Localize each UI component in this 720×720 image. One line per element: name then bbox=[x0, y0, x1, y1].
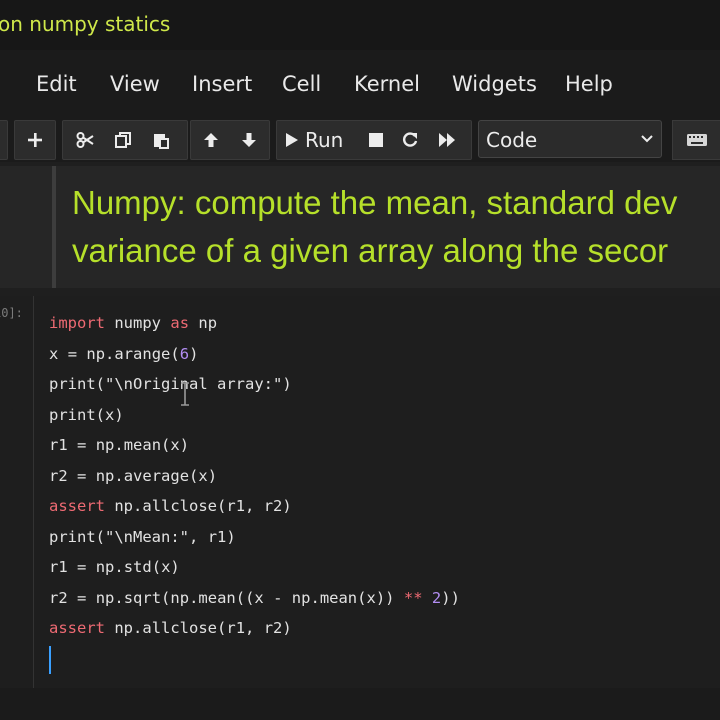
arrow-up-icon bbox=[204, 133, 218, 147]
restart-icon bbox=[403, 132, 418, 147]
cell-type-value: Code bbox=[486, 128, 538, 152]
cell-prompt-divider bbox=[33, 296, 34, 688]
arrow-down-icon bbox=[242, 133, 256, 147]
restart-button[interactable] bbox=[395, 121, 425, 159]
save-button-group[interactable] bbox=[0, 120, 8, 160]
move-buttons-group bbox=[190, 120, 270, 160]
code-line: print("\nOriginal array:") bbox=[49, 375, 292, 393]
menu-widgets[interactable]: Widgets bbox=[452, 72, 537, 96]
menu-help[interactable]: Help bbox=[565, 72, 613, 96]
chevron-down-icon bbox=[641, 135, 653, 143]
paste-icon bbox=[154, 134, 169, 149]
code-editor[interactable]: import numpy as np x = np.arange(6) print(… bbox=[49, 312, 460, 648]
notebook-bottom-area bbox=[0, 688, 720, 720]
ibeam-cursor-icon bbox=[181, 382, 189, 406]
copy-button[interactable] bbox=[105, 121, 141, 159]
code-line: print(x) bbox=[49, 405, 124, 424]
run-buttons-group: Run bbox=[276, 120, 472, 160]
move-down-button[interactable] bbox=[231, 121, 267, 159]
keyboard-icon bbox=[687, 134, 707, 146]
cut-button[interactable] bbox=[67, 121, 103, 159]
play-icon bbox=[286, 133, 298, 147]
markdown-heading-line-1: Numpy: compute the mean, standard dev bbox=[72, 184, 678, 221]
menu-edit[interactable]: Edit bbox=[36, 72, 77, 96]
text-cursor bbox=[49, 646, 51, 674]
toolbar: Run Code bbox=[0, 118, 720, 162]
markdown-heading-line-2: variance of a given array along the seco… bbox=[72, 232, 669, 269]
code-line: x = np.arange(6) bbox=[49, 344, 199, 363]
code-line: import numpy as np bbox=[49, 314, 218, 332]
code-line: assert np.allclose(r1, r2) bbox=[49, 497, 292, 515]
menu-bar: Edit View Insert Cell Kernel Widgets Hel… bbox=[0, 50, 720, 118]
title-bar: on numpy statics bbox=[0, 0, 720, 50]
menu-view[interactable]: View bbox=[110, 72, 160, 96]
plus-icon bbox=[28, 133, 42, 147]
insert-cell-button[interactable] bbox=[15, 121, 55, 159]
edit-buttons-group bbox=[62, 120, 188, 160]
code-line: r2 = np.average(x) bbox=[49, 466, 218, 485]
scissors-icon bbox=[76, 132, 94, 148]
code-line: r2 = np.sqrt(np.mean((x - np.mean(x)) **… bbox=[49, 588, 460, 607]
stop-icon bbox=[369, 133, 383, 147]
notebook-title[interactable]: on numpy statics bbox=[0, 12, 170, 36]
insert-cell-group bbox=[14, 120, 56, 160]
code-line: r1 = np.std(x) bbox=[49, 558, 180, 576]
markdown-cell[interactable]: Numpy: compute the mean, standard dev va… bbox=[0, 166, 720, 288]
move-up-button[interactable] bbox=[193, 121, 229, 159]
restart-run-all-button[interactable] bbox=[431, 121, 463, 159]
cell-gutter bbox=[52, 166, 56, 288]
code-line: r1 = np.mean(x) bbox=[49, 436, 190, 454]
cell-type-select[interactable]: Code bbox=[478, 120, 662, 158]
menu-cell[interactable]: Cell bbox=[282, 72, 321, 96]
copy-icon bbox=[115, 132, 131, 148]
menu-kernel[interactable]: Kernel bbox=[354, 72, 420, 96]
command-palette-button[interactable] bbox=[672, 120, 720, 160]
menu-insert[interactable]: Insert bbox=[192, 72, 252, 96]
code-cell[interactable]: 10]: import numpy as np x = np.arange(6) p… bbox=[0, 296, 720, 688]
execution-prompt: 10]: bbox=[0, 306, 23, 320]
run-label: Run bbox=[305, 128, 344, 152]
fast-forward-icon bbox=[439, 133, 455, 147]
paste-button[interactable] bbox=[143, 121, 179, 159]
run-button[interactable]: Run bbox=[285, 121, 361, 159]
code-line: print("\nMean:", r1) bbox=[49, 527, 236, 546]
interrupt-button[interactable] bbox=[361, 121, 391, 159]
code-line: assert np.allclose(r1, r2) bbox=[49, 619, 292, 637]
